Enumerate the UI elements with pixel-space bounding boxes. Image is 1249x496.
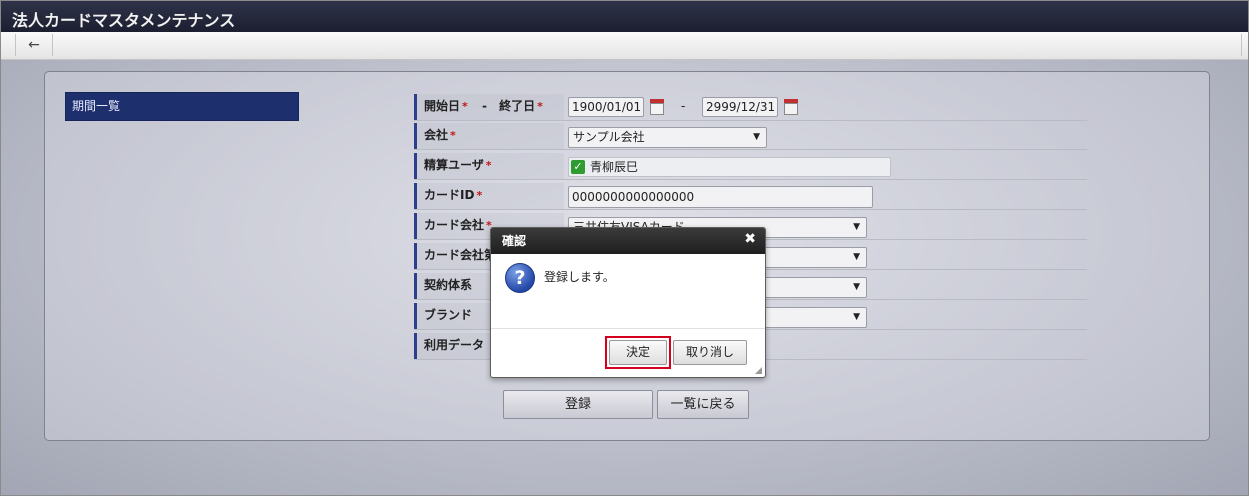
calendar-icon[interactable]	[650, 99, 664, 115]
end-date-label: 終了日	[499, 99, 536, 113]
company-label: 会社 *	[414, 123, 564, 149]
checkbox-checked-icon[interactable]: ✓	[571, 160, 585, 174]
dropdown-arrow-icon: ▼	[853, 282, 860, 292]
settlement-user-label: 精算ユーザ *	[414, 153, 564, 179]
app-window: 法人カードマスタメンテナンス ← 期間一覧 開始日 * - 終了日 * 1900/0…	[0, 0, 1249, 496]
settlement-user-label-text: 精算ユーザ	[424, 158, 484, 172]
close-icon[interactable]: ✖	[744, 231, 756, 247]
toolbar-divider	[1241, 34, 1242, 56]
company-select-value: サンプル会社	[573, 130, 645, 144]
card-id-label-text: カードID	[424, 188, 475, 202]
card-id-label: カードID *	[414, 183, 564, 209]
end-date-input[interactable]: 2999/12/31	[702, 97, 778, 117]
question-icon: ?	[505, 263, 535, 293]
dropdown-arrow-icon: ▼	[853, 252, 860, 262]
card-company-label-text: カード会社	[424, 218, 485, 232]
dropdown-arrow-icon: ▼	[853, 312, 860, 322]
ok-button[interactable]: 決定	[609, 340, 667, 365]
date-range-dash: -	[681, 99, 686, 113]
company-label-text: 会社	[424, 128, 449, 142]
confirm-dialog: 確認 ✖ ? 登録します。 決定 取り消し	[490, 227, 766, 378]
company-select[interactable]: サンプル会社 ▼	[568, 127, 767, 148]
back-to-list-button[interactable]: 一覧に戻る	[657, 390, 749, 419]
settlement-user-value: 青柳辰巳	[590, 160, 639, 174]
cancel-button[interactable]: 取り消し	[673, 340, 747, 365]
required-mark: *	[537, 100, 543, 113]
required-mark: *	[462, 100, 468, 113]
required-mark: *	[476, 189, 483, 202]
dialog-title: 確認	[502, 234, 527, 248]
settlement-user-field[interactable]: ✓ 青柳辰巳	[568, 157, 891, 177]
title-bar: 法人カードマスタメンテナンス	[1, 1, 1248, 32]
card-id-input[interactable]: 0000000000000000	[568, 186, 873, 208]
register-button[interactable]: 登録	[503, 390, 653, 419]
back-arrow-icon[interactable]: ←	[15, 34, 53, 56]
resize-grip-icon[interactable]	[755, 367, 762, 374]
dropdown-arrow-icon: ▼	[753, 132, 760, 142]
period-label: 開始日 * - 終了日 *	[414, 94, 564, 120]
sidebar-item-period-list[interactable]: 期間一覧	[65, 92, 299, 121]
toolbar: ←	[1, 32, 1248, 60]
start-date-label: 開始日	[424, 99, 461, 113]
required-mark: *	[450, 129, 456, 142]
required-mark: *	[485, 159, 492, 172]
dialog-message: 登録します。	[544, 270, 615, 284]
start-date-input[interactable]: 1900/01/01	[568, 97, 644, 117]
dialog-divider	[491, 328, 765, 329]
dialog-header: 確認 ✖	[491, 228, 765, 254]
label-dash: -	[481, 99, 487, 113]
dropdown-arrow-icon: ▼	[853, 222, 860, 232]
calendar-icon[interactable]	[784, 99, 798, 115]
window-title: 法人カードマスタメンテナンス	[12, 11, 236, 30]
